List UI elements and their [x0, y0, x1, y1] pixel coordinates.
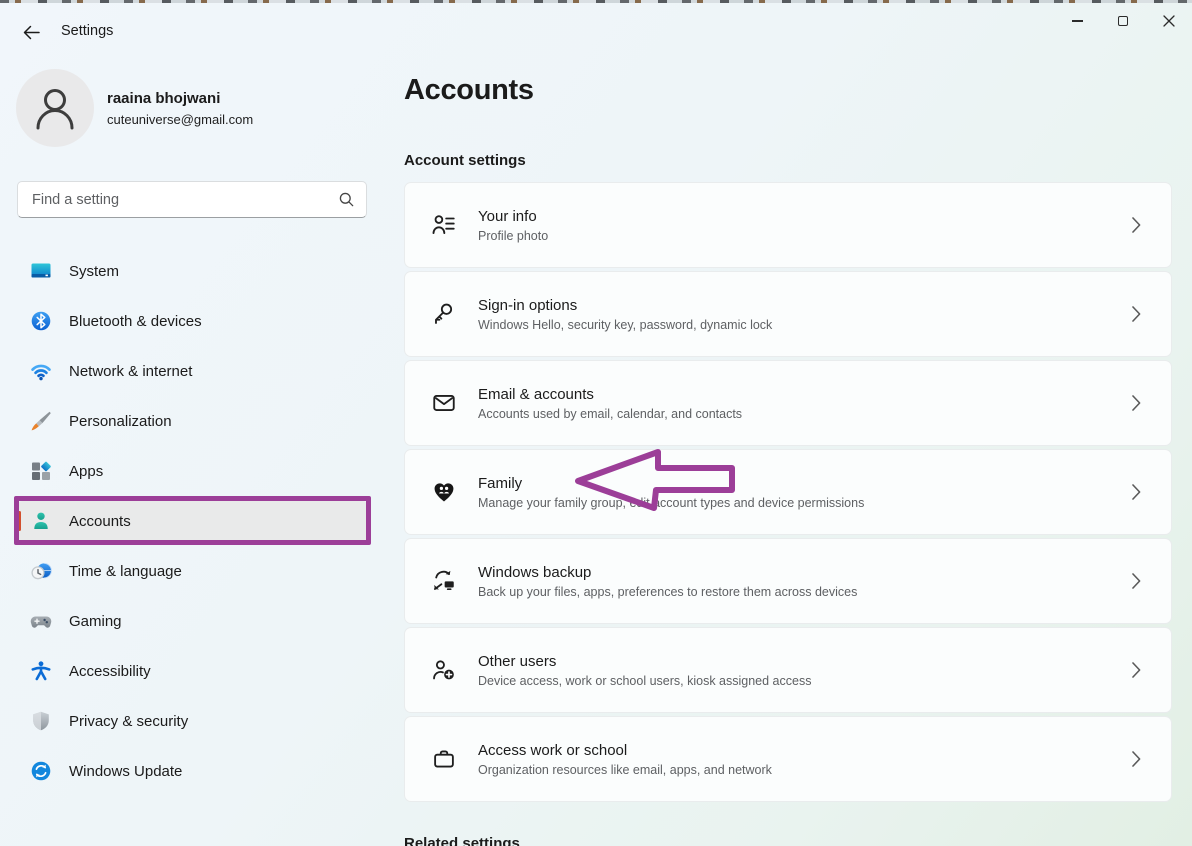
- sidebar-item-label: Privacy & security: [69, 713, 188, 730]
- chevron-right-icon: [1132, 751, 1141, 767]
- sidebar-item-bluetooth-devices[interactable]: Bluetooth & devices: [17, 301, 368, 341]
- row-subtitle: Organization resources like email, apps,…: [478, 763, 772, 777]
- add-user-icon: [431, 657, 457, 683]
- briefcase-icon: [431, 746, 457, 772]
- row-title: Other users: [478, 653, 811, 670]
- profile-email: cuteuniverse@gmail.com: [107, 112, 253, 127]
- settings-list: Your info Profile photo Sign-in options …: [404, 182, 1172, 805]
- accessibility-icon: [30, 660, 52, 682]
- back-arrow-icon: [23, 25, 40, 40]
- row-windows-backup[interactable]: Windows backup Back up your files, apps,…: [404, 538, 1172, 624]
- apps-icon: [30, 460, 52, 482]
- row-title: Sign-in options: [478, 297, 772, 314]
- profile-name: raaina bhojwani: [107, 90, 220, 107]
- key-icon: [431, 301, 457, 327]
- chevron-right-icon: [1132, 306, 1141, 322]
- chevron-right-icon: [1132, 484, 1141, 500]
- search-icon: [339, 192, 354, 207]
- row-title: Access work or school: [478, 742, 772, 759]
- avatar: [16, 69, 94, 147]
- person-icon: [33, 85, 77, 131]
- row-subtitle: Device access, work or school users, kio…: [478, 674, 811, 688]
- chevron-right-icon: [1132, 395, 1141, 411]
- row-access-work-school[interactable]: Access work or school Organization resou…: [404, 716, 1172, 802]
- sidebar-item-apps[interactable]: Apps: [17, 451, 368, 491]
- sidebar-nav: System Bluetooth & devices: [17, 251, 368, 801]
- close-icon: [1163, 15, 1175, 27]
- sidebar-item-label: Bluetooth & devices: [69, 313, 202, 330]
- row-title: Windows backup: [478, 564, 857, 581]
- your-info-icon: [431, 212, 457, 238]
- accounts-icon: [30, 510, 52, 532]
- close-button[interactable]: [1146, 4, 1192, 38]
- selected-indicator: [18, 511, 21, 531]
- row-subtitle: Profile photo: [478, 229, 548, 243]
- row-family[interactable]: Family Manage your family group, edit ac…: [404, 449, 1172, 535]
- row-title: Email & accounts: [478, 386, 742, 403]
- backup-sync-icon: [431, 568, 457, 594]
- shield-icon: [30, 710, 52, 732]
- gamepad-icon: [30, 610, 52, 632]
- row-sign-in-options[interactable]: Sign-in options Windows Hello, security …: [404, 271, 1172, 357]
- sidebar-item-label: Time & language: [69, 563, 182, 580]
- section-title: Account settings: [404, 152, 526, 169]
- sidebar-item-accounts[interactable]: Accounts: [17, 501, 368, 541]
- sidebar-item-privacy-security[interactable]: Privacy & security: [17, 701, 368, 741]
- window-controls: [1054, 4, 1192, 38]
- system-icon: [30, 260, 52, 282]
- windows-update-icon: [30, 760, 52, 782]
- sidebar-item-network-internet[interactable]: Network & internet: [17, 351, 368, 391]
- row-subtitle: Windows Hello, security key, password, d…: [478, 318, 772, 332]
- wifi-icon: [30, 360, 52, 382]
- search-input[interactable]: [32, 192, 339, 208]
- related-settings-title: Related settings: [404, 835, 520, 846]
- row-your-info[interactable]: Your info Profile photo: [404, 182, 1172, 268]
- row-title: Family: [478, 475, 864, 492]
- paintbrush-icon: [30, 410, 52, 432]
- sidebar-item-label: Network & internet: [69, 363, 192, 380]
- sidebar-item-label: Accounts: [69, 513, 131, 530]
- maximize-icon: [1118, 16, 1128, 26]
- minimize-button[interactable]: [1054, 4, 1100, 38]
- chevron-right-icon: [1132, 217, 1141, 233]
- window-title: Settings: [61, 23, 113, 39]
- sidebar-item-windows-update[interactable]: Windows Update: [17, 751, 368, 791]
- bluetooth-icon: [30, 310, 52, 332]
- minimize-icon: [1072, 20, 1083, 22]
- sidebar-item-time-language[interactable]: Time & language: [17, 551, 368, 591]
- row-email-accounts[interactable]: Email & accounts Accounts used by email,…: [404, 360, 1172, 446]
- row-subtitle: Accounts used by email, calendar, and co…: [478, 407, 742, 421]
- page-title: Accounts: [404, 74, 534, 107]
- sidebar-item-system[interactable]: System: [17, 251, 368, 291]
- family-heart-icon: [431, 479, 457, 505]
- row-title: Your info: [478, 208, 548, 225]
- row-subtitle: Back up your files, apps, preferences to…: [478, 585, 857, 599]
- settings-window: Settings raaina bhojwani cuteuniverse@gm…: [0, 0, 1192, 846]
- sidebar-item-label: Personalization: [69, 413, 172, 430]
- time-language-icon: [30, 560, 52, 582]
- row-subtitle: Manage your family group, edit account t…: [478, 496, 864, 510]
- chevron-right-icon: [1132, 573, 1141, 589]
- sidebar-item-gaming[interactable]: Gaming: [17, 601, 368, 641]
- sidebar-item-label: System: [69, 263, 119, 280]
- row-other-users[interactable]: Other users Device access, work or schoo…: [404, 627, 1172, 713]
- maximize-button[interactable]: [1100, 4, 1146, 38]
- search-box[interactable]: [17, 181, 367, 218]
- sidebar-item-label: Apps: [69, 463, 103, 480]
- background-window-sliver: [0, 0, 1192, 3]
- sidebar-item-accessibility[interactable]: Accessibility: [17, 651, 368, 691]
- sidebar-item-label: Accessibility: [69, 663, 151, 680]
- sidebar-item-personalization[interactable]: Personalization: [17, 401, 368, 441]
- sidebar-item-label: Windows Update: [69, 763, 182, 780]
- mail-icon: [431, 390, 457, 416]
- sidebar-item-label: Gaming: [69, 613, 122, 630]
- chevron-right-icon: [1132, 662, 1141, 678]
- back-button[interactable]: [14, 18, 48, 46]
